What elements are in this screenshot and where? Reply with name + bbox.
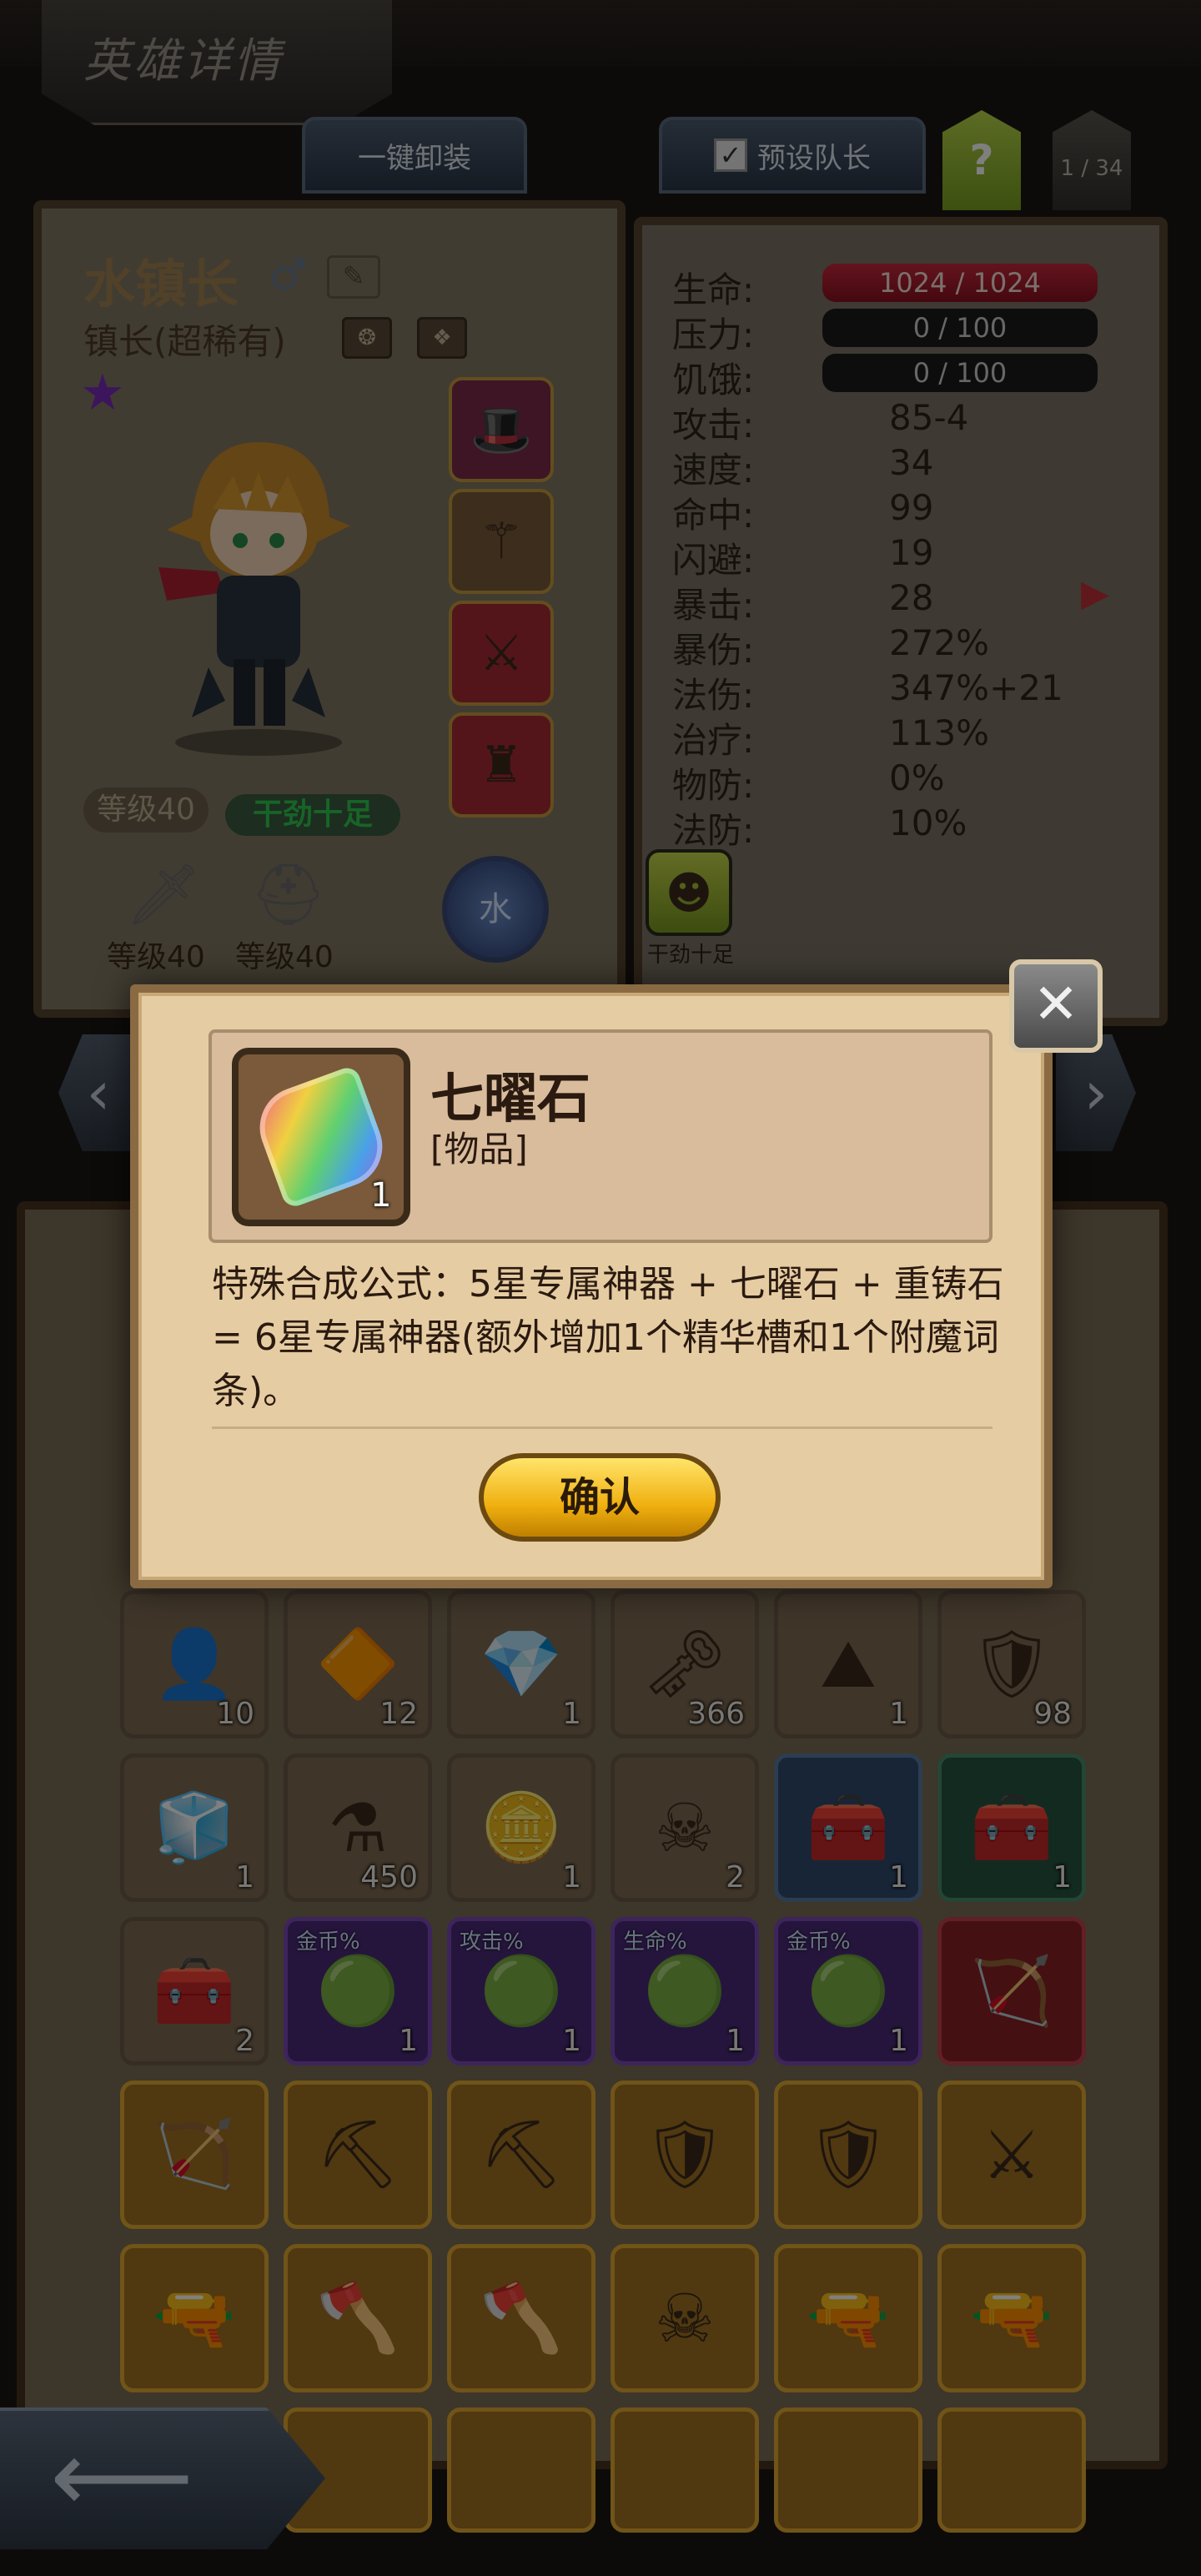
item-quantity: 1 — [370, 1176, 392, 1215]
close-icon[interactable]: ✕ — [1009, 959, 1103, 1053]
divider — [212, 1426, 992, 1429]
confirm-button[interactable]: 确认 — [479, 1453, 721, 1542]
item-type: [物品] — [430, 1129, 528, 1170]
item-description: 特殊合成公式：5星专属神器 + 七曜石 + 重铸石 = 6星专属神器(额外增加1… — [212, 1263, 1004, 1412]
